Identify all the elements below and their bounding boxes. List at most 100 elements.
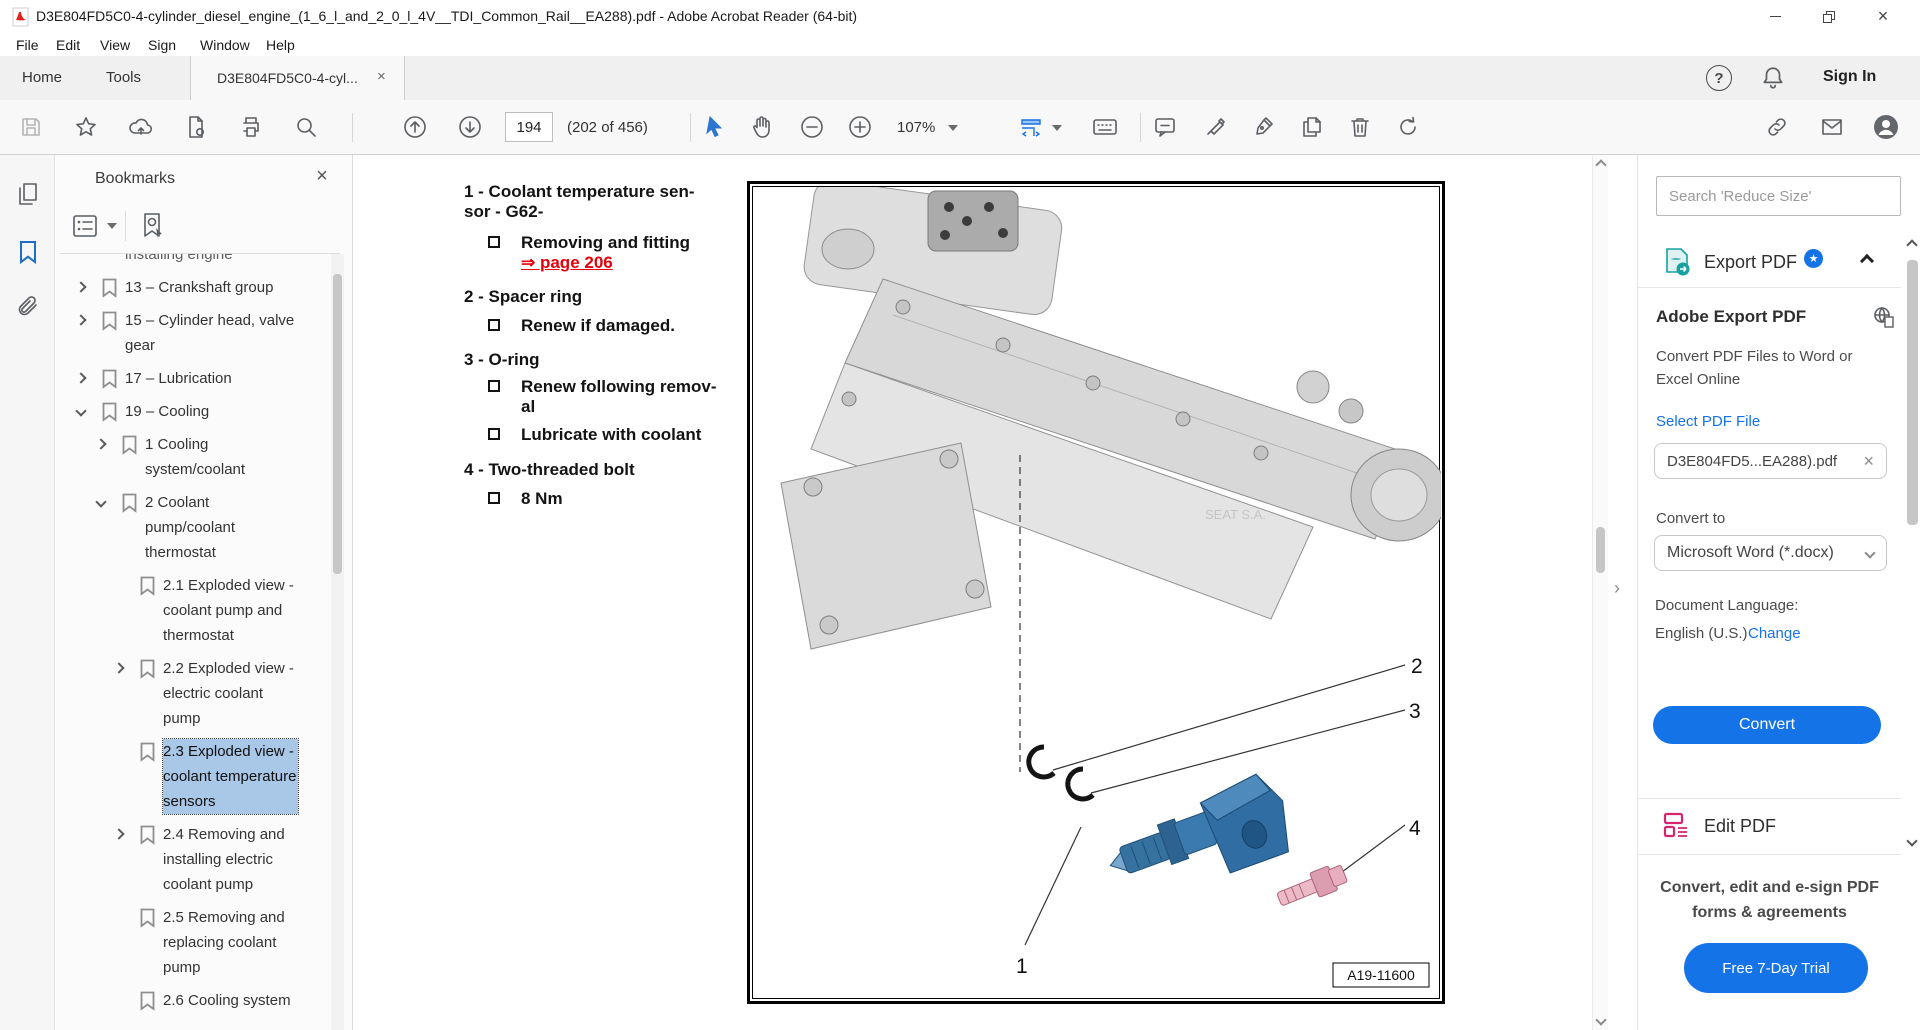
zoom-level-value[interactable]: 107%: [897, 119, 935, 136]
account-button[interactable]: [1869, 110, 1903, 144]
print-button[interactable]: [234, 110, 268, 144]
hand-tool-button[interactable]: [745, 110, 779, 144]
attachments-button[interactable]: [11, 289, 45, 323]
document-scrollbar[interactable]: [1592, 155, 1608, 1030]
previous-page-button[interactable]: [398, 110, 432, 144]
figure-code: A19-11600: [1347, 967, 1415, 983]
bookmark-item[interactable]: 15 – Cylinder head, valve gear: [77, 308, 331, 358]
scroll-up-icon[interactable]: [1906, 239, 1917, 250]
options-caret-icon[interactable]: [107, 223, 117, 229]
next-page-button[interactable]: [453, 110, 487, 144]
bookmark-item[interactable]: 2.4 Removing and installing electric coo…: [77, 822, 331, 897]
find-current-bookmark-button[interactable]: [137, 211, 167, 246]
chevron-right-icon[interactable]: [75, 281, 86, 292]
star-button[interactable]: [69, 110, 103, 144]
menu-help[interactable]: Help: [262, 35, 299, 55]
zoom-out-button[interactable]: [795, 110, 829, 144]
chevron-right-icon[interactable]: [75, 372, 86, 383]
share-link-button[interactable]: [1760, 110, 1794, 144]
minimize-button[interactable]: [1752, 0, 1798, 33]
highlight-button[interactable]: [1198, 110, 1232, 144]
tab-close-icon[interactable]: ×: [377, 68, 386, 85]
read-mode-button[interactable]: [1088, 110, 1122, 144]
notifications-bell-icon[interactable]: [1760, 65, 1786, 91]
chevron-right-icon[interactable]: [113, 828, 124, 839]
select-tool-button[interactable]: [698, 110, 732, 144]
chevron-right-icon[interactable]: [113, 662, 124, 673]
convert-button[interactable]: Convert: [1653, 706, 1881, 744]
chevron-down-icon[interactable]: [75, 405, 86, 416]
bookmarks-panel-button[interactable]: [11, 235, 45, 269]
change-language-link[interactable]: Change: [1748, 625, 1801, 642]
clear-file-icon[interactable]: ×: [1863, 451, 1874, 472]
help-icon[interactable]: ?: [1706, 65, 1732, 91]
chevron-down-icon[interactable]: [95, 496, 106, 507]
zoom-caret-down-icon[interactable]: [948, 125, 958, 131]
callout-2: 2: [1411, 655, 1423, 678]
menu-view[interactable]: View: [96, 35, 134, 55]
document-scrollbar-thumb[interactable]: [1596, 527, 1605, 573]
tools-panel-scrollbar[interactable]: [1904, 155, 1920, 1030]
tab-document[interactable]: D3E804FD5C0-4-cyl... ×: [190, 56, 405, 100]
restore-button[interactable]: [1806, 0, 1852, 33]
bookmark-item[interactable]: 2.2 Exploded view - electric coolant pum…: [77, 656, 331, 731]
fill-sign-button[interactable]: [1246, 110, 1280, 144]
convert-format-dropdown[interactable]: Microsoft Word (*.docx): [1654, 535, 1887, 571]
tab-home[interactable]: Home: [22, 69, 62, 86]
bookmark-item[interactable]: 2.1 Exploded view - coolant pump and the…: [77, 573, 331, 648]
menu-file[interactable]: File: [12, 35, 43, 55]
tools-search-input[interactable]: [1656, 176, 1901, 216]
chevron-right-icon[interactable]: [75, 314, 86, 325]
scroll-down-icon[interactable]: [1906, 835, 1917, 846]
bookmarks-scrollbar-thumb[interactable]: [333, 274, 342, 574]
sign-in-button[interactable]: Sign In: [1823, 68, 1876, 86]
menu-window[interactable]: Window: [196, 35, 254, 55]
page-number-input[interactable]: [505, 112, 553, 142]
scroll-down-icon[interactable]: [1595, 1014, 1606, 1025]
rotate-button[interactable]: [1391, 110, 1425, 144]
chevron-down-icon: [1864, 547, 1875, 558]
fit-width-button[interactable]: [1014, 110, 1048, 144]
bookmark-item[interactable]: 19 – Cooling: [77, 399, 331, 424]
bookmark-item[interactable]: 2.5 Removing and replacing coolant pump: [77, 905, 331, 980]
delete-button[interactable]: [1343, 110, 1377, 144]
selected-file-chip[interactable]: D3E804FD5...EA288).pdf ×: [1654, 443, 1887, 479]
export-file-button[interactable]: [179, 110, 213, 144]
section-separator: [1638, 798, 1901, 799]
tools-scrollbar-thumb[interactable]: [1907, 260, 1918, 525]
save-icon: [19, 115, 43, 139]
free-trial-button[interactable]: Free 7-Day Trial: [1684, 943, 1868, 993]
page-thumbnails-button[interactable]: [11, 177, 45, 211]
bookmarks-close-icon[interactable]: ×: [310, 165, 334, 189]
comment-bubble-icon: [1153, 115, 1177, 139]
tab-tools[interactable]: Tools: [106, 69, 141, 86]
bookmark-item-selected[interactable]: 2.3 Exploded view - coolant temperature …: [77, 739, 331, 814]
zoom-in-button[interactable]: [843, 110, 877, 144]
bookmarks-options-button[interactable]: [72, 213, 100, 244]
bookmark-item[interactable]: 13 – Crankshaft group: [77, 275, 331, 300]
bookmark-item[interactable]: 2.6 Cooling system: [77, 988, 331, 1013]
bookmark-item[interactable]: 1 Cooling system/coolant: [77, 432, 331, 482]
figure-inner-frame: SEAT S.A.: [752, 186, 1440, 999]
share-cloud-button[interactable]: [124, 110, 158, 144]
chevron-right-icon[interactable]: [95, 438, 106, 449]
collapse-right-panel-icon[interactable]: ›: [1614, 578, 1620, 599]
bookmark-item[interactable]: installing engine: [77, 254, 331, 267]
menu-edit[interactable]: Edit: [52, 35, 84, 55]
stamp-pages-button[interactable]: [1295, 110, 1329, 144]
save-button[interactable]: [14, 110, 48, 144]
menu-sign[interactable]: Sign: [144, 35, 180, 55]
pdf-page-link[interactable]: ⇒ page 206: [521, 253, 613, 273]
collapse-section-icon[interactable]: [1860, 254, 1874, 268]
email-button[interactable]: [1815, 110, 1849, 144]
fit-width-caret-icon[interactable]: [1052, 125, 1062, 131]
find-button[interactable]: [289, 110, 323, 144]
bookmarks-scrollbar[interactable]: [331, 254, 344, 1030]
scroll-up-icon[interactable]: [1595, 159, 1606, 170]
bookmark-item[interactable]: 2 Coolant pump/coolant thermostat: [77, 490, 331, 565]
pdf-item-title: 1 - Coolant temperature sen-: [464, 182, 695, 202]
comment-button[interactable]: [1148, 110, 1182, 144]
select-pdf-file-link[interactable]: Select PDF File: [1656, 413, 1760, 430]
bookmark-item[interactable]: 17 – Lubrication: [77, 366, 331, 391]
close-button[interactable]: ×: [1860, 0, 1906, 33]
